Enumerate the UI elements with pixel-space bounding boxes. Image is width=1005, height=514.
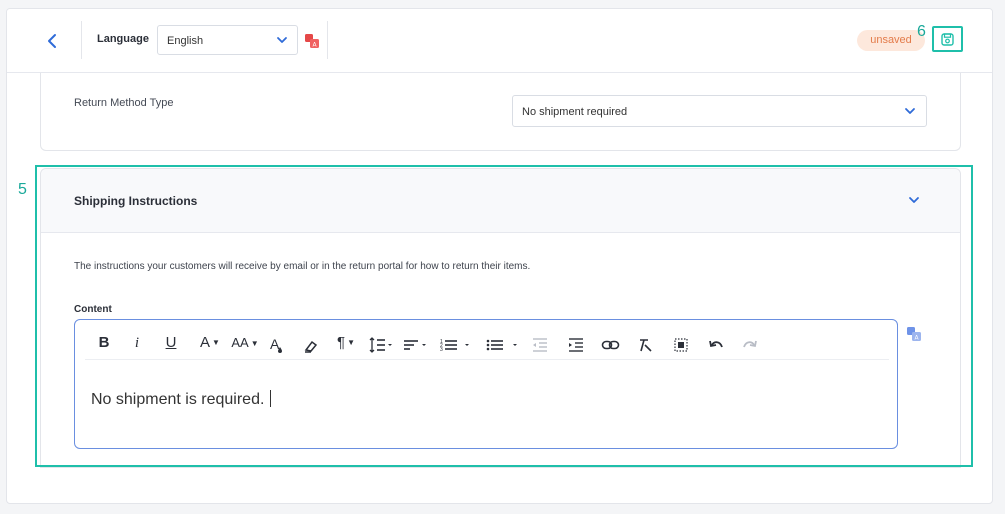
return-method-label: Return Method Type (74, 97, 174, 109)
chevron-left-icon (48, 34, 56, 48)
page-frame: Return Method Type No shipment required … (6, 8, 993, 504)
divider (327, 21, 328, 59)
status-badge: unsaved (857, 30, 925, 51)
language-value: English (167, 35, 204, 47)
step-marker-6: 6 (917, 23, 926, 40)
language-select[interactable]: English (157, 25, 298, 55)
return-method-select[interactable]: No shipment required (512, 95, 927, 127)
language-label: Language (97, 33, 149, 45)
chevron-down-icon (905, 108, 915, 114)
save-button[interactable] (932, 26, 963, 52)
chevron-down-icon (277, 37, 287, 43)
step-marker-5: 5 (18, 181, 27, 198)
divider (81, 21, 82, 59)
highlight-box-5 (35, 165, 973, 467)
return-method-value: No shipment required (522, 106, 628, 118)
save-icon (941, 33, 954, 46)
translate-icon[interactable]: A (305, 34, 319, 48)
back-button[interactable] (43, 29, 63, 53)
top-bar: Language English A unsaved 6 (7, 9, 992, 73)
